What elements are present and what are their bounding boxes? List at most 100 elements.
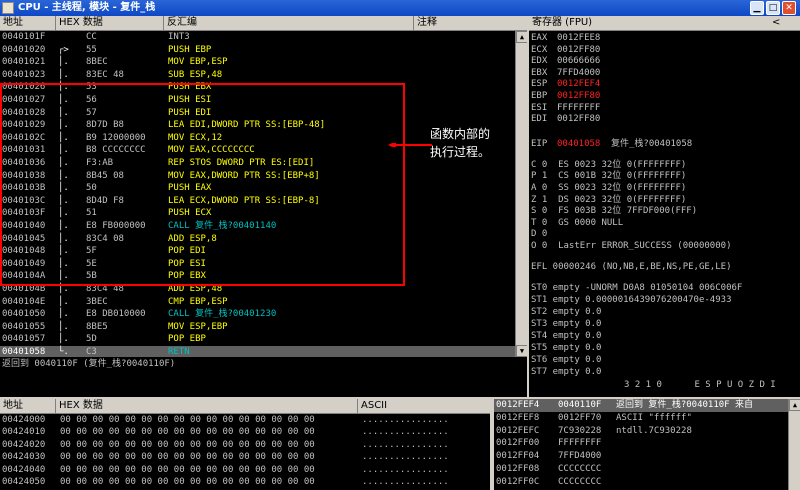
fpu-row[interactable]: ST1 empty 0.0000016439076200470e-4933	[531, 294, 731, 307]
disasm-addr: 00401058	[2, 347, 46, 357]
register-name: EDI	[531, 114, 548, 125]
disasm-row[interactable]: 00401020 ┌> 55 PUSH EBP	[0, 44, 515, 57]
stack-comment: ASCII "ffffff"	[616, 412, 692, 423]
disasm-col-hex[interactable]: HEX 数据	[56, 16, 164, 31]
info-pane: 返回到 0040110F (复件_栈?0040110F)	[0, 357, 527, 397]
eip-comment: 复件_栈?00401058	[611, 138, 693, 149]
stack-addr: 0012FF04	[496, 451, 540, 462]
disasm-row[interactable]: 00401058 └. C3 RETN	[0, 346, 515, 357]
disasm-hex: 8BE5	[86, 321, 108, 332]
disasm-instruction: CMP EBP,ESP	[168, 296, 228, 307]
close-button[interactable]: ✕	[782, 1, 796, 15]
maximize-button[interactable]: □	[766, 1, 780, 15]
disasm-branch-marker: └.	[58, 347, 69, 357]
fpu-row[interactable]: ST5 empty 0.0	[531, 342, 601, 355]
stack-addr: 0012FF0C	[496, 476, 540, 487]
disasm-col-asm[interactable]: 反汇编	[164, 16, 414, 31]
disasm-instruction: POP EBP	[168, 334, 206, 345]
disasm-addr: 00401057	[2, 334, 46, 345]
fpu-row[interactable]: ST2 empty 0.0	[531, 306, 601, 319]
disasm-instruction: MOV ESP,EBP	[168, 321, 228, 332]
disasm-addr: 00401021	[2, 57, 46, 68]
disasm-addr: 00401020	[2, 44, 46, 55]
stack-row[interactable]: 0012FEF4 0040110F 返回到 复件_栈?0040110F 来自	[494, 399, 788, 412]
dump-pane[interactable]: 00424000 00 00 00 00 00 00 00 00 00 00 00…	[0, 414, 490, 490]
arrow-icon	[388, 143, 432, 147]
fpu-row[interactable]: ST4 empty 0.0	[531, 330, 601, 343]
stack-row[interactable]: 0012FF0C CCCCCCCC	[494, 476, 788, 489]
disasm-scrollbar[interactable]: ▲ ▼	[515, 31, 528, 357]
fpu-row[interactable]: ST0 empty -UNORM D0A8 01050104 006C006F	[531, 282, 742, 295]
stack-addr: 0012FF08	[496, 464, 540, 474]
stack-pane[interactable]: 0012FEF4 0040110F 返回到 复件_栈?0040110F 来自 0012…	[494, 399, 788, 490]
stack-scrollbar[interactable]: ▲	[788, 399, 800, 490]
dump-ascii: ................	[362, 452, 449, 463]
disasm-row[interactable]: 00401050 │. E8 DB010000 CALL 复件_栈?00401230	[0, 308, 515, 321]
dump-row[interactable]: 00424030 00 00 00 00 00 00 00 00 00 00 00…	[0, 451, 490, 464]
minimize-button[interactable]: ▁	[750, 1, 764, 15]
disasm-row[interactable]: 00401021 │. 8BEC MOV EBP,ESP	[0, 56, 515, 69]
fpu-footer: 3 2 1 0 E S P U O Z D I	[624, 379, 776, 390]
disasm-row[interactable]: 0040101F CC INT3	[0, 31, 515, 44]
register-value[interactable]: 0012FF80	[557, 113, 600, 126]
stack-comment: ntdll.7C930228	[616, 425, 692, 436]
registers-pane[interactable]: EAX 0012FEE8 ECX 0012FF80 EDX 00666666 EBX 7FFD…	[529, 31, 800, 397]
stack-comment: 返回到 复件_栈?0040110F 来自	[616, 400, 754, 410]
disasm-addr: 00401023	[2, 69, 46, 80]
disasm-row[interactable]: 00401023 │. 83EC 48 SUB ESP,48	[0, 69, 515, 82]
dump-row[interactable]: 00424020 00 00 00 00 00 00 00 00 00 00 00…	[0, 439, 490, 452]
dump-col-ascii[interactable]: ASCII	[358, 399, 490, 414]
fpu-row[interactable]: ST6 empty 0.0	[531, 354, 601, 367]
dump-row[interactable]: 00424000 00 00 00 00 00 00 00 00 00 00 00…	[0, 414, 490, 427]
disasm-branch-marker: │.	[58, 69, 69, 80]
disasm-hex: 83EC 48	[86, 69, 124, 80]
dump-hex: 00 00 00 00 00 00 00 00 00 00 00 00 00 0…	[60, 415, 315, 425]
stack-row[interactable]: 0012FEF8 0012FF70 ASCII "ffffff"	[494, 412, 788, 425]
disasm-row[interactable]: 00401055 │. 8BE5 MOV ESP,EBP	[0, 321, 515, 334]
disasm-row[interactable]: 00401057 │. 5D POP EBP	[0, 333, 515, 346]
disasm-addr: 00401050	[2, 309, 46, 320]
disasm-instruction: SUB ESP,48	[168, 69, 223, 80]
dump-row[interactable]: 00424010 00 00 00 00 00 00 00 00 00 00 00…	[0, 426, 490, 439]
disasm-header: 地址 HEX 数据 反汇编 注释	[0, 16, 527, 31]
dump-addr: 00424020	[2, 439, 46, 450]
stack-row[interactable]: 0012FF08 CCCCCCCC	[494, 463, 788, 476]
annotation-text: 函数内部的 执行过程。	[430, 127, 491, 159]
register-value[interactable]: 00401058	[557, 138, 600, 151]
stack-value: 0012FF70	[558, 412, 602, 423]
highlight-box	[0, 83, 405, 286]
disasm-branch-marker: │.	[58, 309, 69, 320]
efl-row[interactable]: EFL 00000246 (NO,NB,E,BE,NS,PE,GE,LE)	[531, 261, 731, 274]
registers-title[interactable]: 寄存器 (FPU)	[529, 16, 800, 31]
disasm-col-comment[interactable]: 注释	[414, 16, 527, 31]
stack-addr: 0012FEF4	[496, 400, 540, 410]
disasm-row[interactable]: 0040104E │. 3BEC CMP EBP,ESP	[0, 296, 515, 309]
disasm-col-addr[interactable]: 地址	[0, 16, 56, 31]
dump-hex: 00 00 00 00 00 00 00 00 00 00 00 00 00 0…	[60, 439, 315, 450]
stack-value: CCCCCCCC	[558, 476, 602, 487]
disasm-branch-marker: │.	[58, 296, 69, 307]
dump-addr: 00424030	[2, 452, 46, 463]
dump-hex: 00 00 00 00 00 00 00 00 00 00 00 00 00 0…	[60, 464, 315, 475]
window-title: CPU - 主线程, 模块 - 复件_栈	[18, 2, 156, 13]
disasm-instruction: RETN	[168, 347, 190, 357]
disasm-branch-marker: │.	[58, 321, 69, 332]
stack-row[interactable]: 0012FEFC 7C930228 ntdll.7C930228	[494, 425, 788, 438]
flag-row[interactable]: O 0 LastErr ERROR_SUCCESS (00000000)	[531, 240, 731, 253]
dump-row[interactable]: 00424040 00 00 00 00 00 00 00 00 00 00 00…	[0, 464, 490, 477]
register-name: EIP	[531, 138, 548, 149]
dump-row[interactable]: 00424050 00 00 00 00 00 00 00 00 00 00 00…	[0, 476, 490, 489]
fpu-row[interactable]: ST3 empty 0.0	[531, 318, 601, 331]
fpu-row[interactable]: ST7 empty 0.0	[531, 366, 601, 379]
dump-col-addr[interactable]: 地址	[0, 399, 56, 414]
registers-arrow[interactable]: <	[769, 16, 789, 31]
dump-ascii: ................	[362, 477, 449, 487]
stack-row[interactable]: 0012FF04 7FFD4000	[494, 450, 788, 463]
stack-addr: 0012FEFC	[496, 425, 540, 436]
disasm-hex: C3	[86, 347, 97, 357]
scroll-up-icon[interactable]: ▲	[789, 399, 800, 411]
disasm-hex: 3BEC	[86, 296, 108, 307]
disasm-addr: 0040104E	[2, 296, 46, 307]
stack-row[interactable]: 0012FF00 FFFFFFFF	[494, 437, 788, 450]
dump-col-hex[interactable]: HEX 数据	[56, 399, 358, 414]
